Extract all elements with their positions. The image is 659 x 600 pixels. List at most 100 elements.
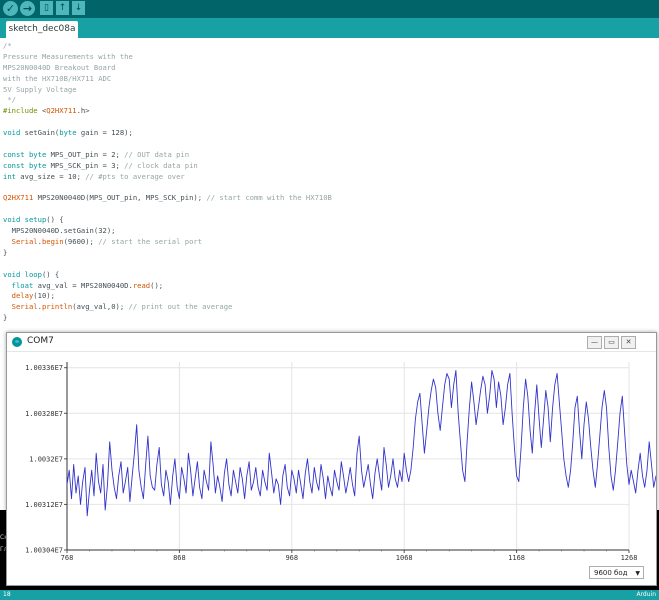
code-line[interactable]: const byte MPS_OUT_pin = 2; // OUT data …: [3, 150, 332, 161]
plotter-title-bar[interactable]: ∞ COM7 — ▭ ✕: [7, 333, 656, 352]
code-token: ();: [150, 280, 164, 290]
code-token: MPS_SCK_pin = 3;: [46, 160, 125, 170]
tab-sketch[interactable]: sketch_dec08a: [6, 21, 78, 38]
code-token: // OUT data pin: [124, 149, 190, 159]
code-line[interactable]: 5V Supply Voltage: [3, 85, 332, 96]
code-line[interactable]: [3, 259, 332, 270]
open-icon[interactable]: ↑: [56, 1, 69, 15]
y-tick-label: 1.00312E7: [25, 501, 63, 509]
code-token: // #pts to average over: [85, 171, 185, 181]
save-icon[interactable]: ↓: [72, 1, 85, 15]
code-line[interactable]: }: [3, 248, 332, 259]
y-tick-label: 1.00328E7: [25, 410, 63, 418]
code-token: int: [3, 171, 16, 181]
code-line[interactable]: Serial.println(avg_val,0); // print out …: [3, 302, 332, 313]
code-line[interactable]: }: [3, 313, 332, 324]
code-token: byte: [28, 160, 47, 170]
code-token: Serial: [11, 302, 38, 312]
x-tick-label: 1168: [508, 554, 525, 562]
code-line[interactable]: void loop() {: [3, 270, 332, 281]
code-token: byte: [59, 128, 77, 138]
code-token: loop: [24, 269, 42, 279]
y-tick-label: 1.0032E7: [29, 455, 63, 463]
upload-icon[interactable]: →: [20, 1, 35, 16]
code-line[interactable]: MPS20N0040D.setGain(32);: [3, 226, 332, 237]
code-line[interactable]: delay(10);: [3, 291, 332, 302]
code-token: delay: [11, 291, 34, 301]
code-token: 5V Supply Voltage: [3, 84, 77, 94]
code-token: avg_val = MPS20N0040D.: [33, 280, 133, 290]
code-line[interactable]: */: [3, 95, 332, 106]
code-token: avg_size = 10;: [15, 171, 86, 181]
code-line[interactable]: with the HX710B/HX711 ADC: [3, 74, 332, 85]
plotter-title: COM7: [27, 336, 54, 346]
code-token: MPS20N0040D Breakout Board: [3, 62, 116, 72]
code-token: // clock data pin: [124, 160, 198, 170]
code-token: float: [11, 280, 34, 290]
code-token: void: [3, 215, 21, 225]
chevron-down-icon: ▼: [635, 570, 640, 577]
verify-icon[interactable]: ✓: [3, 1, 18, 16]
code-line[interactable]: [3, 117, 332, 128]
code-line[interactable]: Serial.begin(9600); // start the serial …: [3, 237, 332, 248]
code-token: }: [3, 313, 8, 323]
code-line[interactable]: [3, 204, 332, 215]
status-line-number: 18: [3, 591, 11, 598]
x-tick-label: 1268: [621, 554, 638, 562]
toolbar: ✓ → ▯ ↑ ↓: [0, 0, 659, 18]
status-bar: 18 Arduin: [0, 590, 659, 600]
code-line[interactable]: #include <Q2HX711.h>: [3, 106, 332, 117]
code-line[interactable]: int avg_size = 10; // #pts to average ov…: [3, 172, 332, 183]
code-token: MPS20N0040D(MPS_OUT_pin, MPS_SCK_pin);: [33, 193, 207, 203]
code-token: const: [3, 160, 25, 170]
code-token: begin: [41, 237, 64, 247]
code-line[interactable]: const byte MPS_SCK_pin = 3; // clock dat…: [3, 161, 332, 172]
code-line[interactable]: Pressure Measurements with the: [3, 52, 332, 63]
code-token: #include: [3, 106, 42, 116]
code-line[interactable]: void setup() {: [3, 215, 332, 226]
x-tick-label: 968: [285, 554, 298, 562]
plot-area: 1.00336E7 1.00328E7 1.0032E7 1.00312E7 1.003…: [25, 362, 656, 562]
code-editor[interactable]: /* Pressure Measurements with the MPS20N00…: [0, 38, 659, 336]
code-line[interactable]: MPS20N0040D Breakout Board: [3, 63, 332, 74]
code-token: Q2HX711: [46, 106, 77, 116]
code-token: // print out the average: [128, 302, 233, 312]
code-token: // start the serial port: [98, 237, 203, 247]
baud-select[interactable]: 9600 бод ▼: [589, 566, 644, 579]
code-line[interactable]: void setGain(byte gain = 128);: [3, 128, 332, 139]
code-line[interactable]: [3, 183, 332, 194]
code-token: }: [3, 247, 8, 257]
code-line[interactable]: /*: [3, 41, 332, 52]
code-token: void: [3, 269, 21, 279]
minimize-button[interactable]: —: [587, 336, 602, 349]
code-token: read: [132, 280, 151, 290]
code-token: setup: [24, 215, 47, 225]
maximize-button[interactable]: ▭: [604, 336, 619, 349]
code-token: MPS_OUT_pin = 2;: [46, 149, 125, 159]
code-token: .h>: [76, 106, 90, 116]
code-line[interactable]: Q2HX711 MPS20N0040D(MPS_OUT_pin, MPS_SCK…: [3, 193, 332, 204]
code-token: Serial: [11, 237, 38, 247]
code-line[interactable]: [3, 139, 332, 150]
code-token: () {: [41, 269, 60, 279]
code-line[interactable]: float avg_val = MPS20N0040D.read();: [3, 281, 332, 292]
code-token: byte: [28, 149, 47, 159]
code-text[interactable]: /* Pressure Measurements with the MPS20N00…: [3, 41, 332, 324]
close-button[interactable]: ✕: [621, 336, 636, 349]
code-token: (10);: [33, 291, 55, 301]
arduino-icon: ∞: [12, 337, 22, 347]
new-icon[interactable]: ▯: [40, 1, 53, 15]
code-token: () {: [46, 215, 64, 225]
code-token: (9600);: [63, 237, 99, 247]
code-token: gain = 128);: [76, 128, 133, 138]
serial-plotter-window: ∞ COM7 — ▭ ✕ 1.00336E7 1.00328E7 1.0032E7 1…: [6, 332, 657, 586]
code-token: const: [3, 149, 25, 159]
code-token: /*: [3, 41, 12, 50]
plot-background: [67, 362, 629, 550]
code-token: println: [41, 302, 73, 312]
code-token: */: [3, 95, 16, 105]
code-token: with the HX710B/HX711 ADC: [3, 73, 112, 83]
